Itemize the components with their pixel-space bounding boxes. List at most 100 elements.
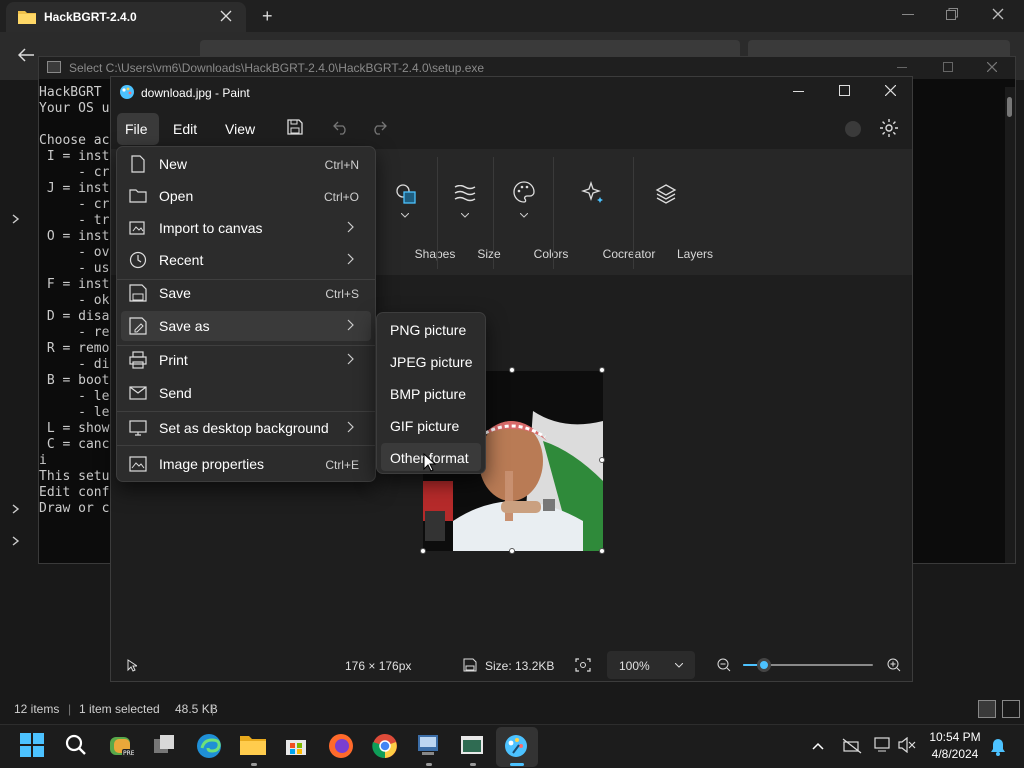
start-windows-icon[interactable] — [20, 733, 48, 761]
active-indicator — [510, 763, 524, 766]
palette-icon — [513, 181, 535, 203]
task-view-icon[interactable] — [152, 733, 180, 761]
microsoft-store-icon[interactable] — [284, 733, 312, 761]
fit-to-window-icon[interactable] — [575, 658, 591, 672]
settings-gear-icon[interactable] — [879, 118, 899, 138]
menu-item-import-to-canvas[interactable]: Import to canvas — [121, 213, 371, 243]
close-icon[interactable] — [987, 62, 997, 72]
menu-item-print[interactable]: Print — [121, 345, 371, 375]
menu-item-new[interactable]: New Ctrl+N — [121, 149, 371, 179]
copilot-icon[interactable]: PRE — [108, 733, 136, 761]
close-tab-icon[interactable] — [220, 10, 232, 22]
network-disconnected-icon[interactable] — [842, 738, 862, 754]
menu-separator — [117, 445, 375, 446]
new-tab-button[interactable]: + — [262, 6, 273, 27]
ribbon-divider — [553, 157, 554, 269]
menu-item-label: Open — [159, 188, 194, 204]
tiles-view-icon[interactable] — [1002, 700, 1020, 718]
zoom-in-icon[interactable] — [887, 658, 901, 672]
undo-icon[interactable] — [333, 119, 349, 135]
item-count: 12 items — [14, 702, 60, 716]
zoom-dropdown[interactable]: 100% — [607, 651, 695, 679]
chevron-up-icon[interactable] — [812, 742, 824, 750]
save-as-bmp[interactable]: BMP picture — [381, 379, 481, 407]
minimize-icon[interactable] — [902, 14, 914, 16]
image-properties-icon — [129, 455, 147, 473]
close-icon[interactable] — [885, 85, 896, 96]
maximize-icon[interactable] — [943, 62, 953, 72]
paint-menu-bar: File Edit View — [111, 109, 912, 149]
save-icon — [129, 284, 147, 302]
firefox-icon[interactable] — [328, 733, 356, 761]
zoom-slider[interactable] — [743, 658, 875, 672]
search-icon[interactable] — [64, 733, 92, 761]
menu-view[interactable]: View — [225, 121, 255, 137]
ribbon-divider — [493, 157, 494, 269]
file-size-icon — [463, 658, 477, 672]
setup-installer-icon[interactable] — [416, 733, 444, 761]
sparkle-icon — [581, 181, 605, 205]
resize-handle[interactable] — [599, 548, 605, 554]
explorer-tab[interactable]: HackBGRT-2.4.0 — [6, 2, 246, 32]
ribbon-size[interactable]: Size — [441, 149, 501, 275]
file-explorer-icon[interactable] — [240, 733, 268, 761]
save-as-gif[interactable]: GIF picture — [381, 411, 481, 439]
ribbon-colors[interactable]: Colors — [497, 149, 568, 275]
account-icon[interactable] — [845, 121, 861, 137]
ribbon-shapes[interactable]: Shapes — [375, 149, 455, 275]
resize-handle[interactable] — [509, 367, 515, 373]
resize-handle[interactable] — [509, 548, 515, 554]
display-icon[interactable] — [874, 737, 892, 753]
save-as-jpeg[interactable]: JPEG picture — [381, 347, 481, 375]
paint-app-icon — [119, 84, 135, 100]
sidebar-expand-icon[interactable] — [12, 214, 20, 224]
zoom-out-icon[interactable] — [717, 658, 731, 672]
menu-item-save-as[interactable]: Save as — [121, 311, 371, 341]
menu-item-recent[interactable]: Recent — [121, 245, 371, 275]
minimize-icon[interactable] — [897, 67, 907, 69]
explorer-status-bar: 12 items | 1 item selected 48.5 KB | — [0, 696, 1024, 722]
resize-handle[interactable] — [599, 367, 605, 373]
chrome-icon[interactable] — [372, 733, 400, 761]
restore-icon[interactable] — [946, 8, 958, 20]
chevron-right-icon — [347, 221, 357, 235]
running-indicator — [426, 763, 432, 766]
save-as-png[interactable]: PNG picture — [381, 315, 481, 343]
menu-edit[interactable]: Edit — [173, 121, 197, 137]
close-icon[interactable] — [992, 8, 1004, 20]
save-icon[interactable] — [287, 119, 303, 135]
ribbon-cocreator[interactable]: Cocreator — [557, 149, 655, 275]
explorer-tab-bar: HackBGRT-2.4.0 + — [0, 0, 1024, 32]
back-arrow-icon[interactable] — [18, 48, 34, 62]
sidebar-expand-icon[interactable] — [12, 504, 20, 514]
menu-item-save[interactable]: Save Ctrl+S — [121, 278, 371, 308]
minimize-icon[interactable] — [793, 91, 804, 93]
menu-item-set-as-desktop-background[interactable]: Set as desktop background — [121, 413, 371, 443]
chevron-down-icon — [461, 213, 469, 218]
edge-browser-icon[interactable] — [196, 733, 224, 761]
resize-handle[interactable] — [599, 457, 605, 463]
ribbon-layers[interactable]: Layers — [637, 149, 713, 275]
clock-time[interactable]: 10:54 PM — [922, 730, 988, 744]
selected-count: 1 item selected — [79, 702, 160, 716]
clock-date[interactable]: 4/8/2024 — [922, 747, 988, 761]
console-taskbar-icon[interactable] — [460, 733, 488, 761]
sidebar-expand-icon[interactable] — [12, 536, 20, 546]
console-scrollbar[interactable] — [1005, 87, 1015, 563]
svg-text:PRE: PRE — [123, 750, 134, 757]
paint-taskbar-button[interactable] — [496, 727, 538, 767]
mouse-cursor-icon — [423, 453, 436, 472]
menu-item-image-properties[interactable]: Image properties Ctrl+E — [121, 449, 371, 479]
clock-icon — [129, 251, 147, 269]
menu-item-open[interactable]: Open Ctrl+O — [121, 181, 371, 211]
resize-handle[interactable] — [420, 548, 426, 554]
volume-muted-icon[interactable] — [898, 737, 916, 753]
zoom-slider-thumb[interactable] — [757, 658, 771, 672]
notification-bell-icon[interactable] — [990, 738, 1006, 756]
menu-item-label: Image properties — [159, 456, 265, 472]
menu-file[interactable]: File — [125, 121, 148, 137]
menu-item-send[interactable]: Send — [121, 378, 371, 408]
maximize-icon[interactable] — [839, 85, 850, 96]
redo-icon[interactable] — [371, 119, 387, 135]
details-view-icon[interactable] — [978, 700, 996, 718]
